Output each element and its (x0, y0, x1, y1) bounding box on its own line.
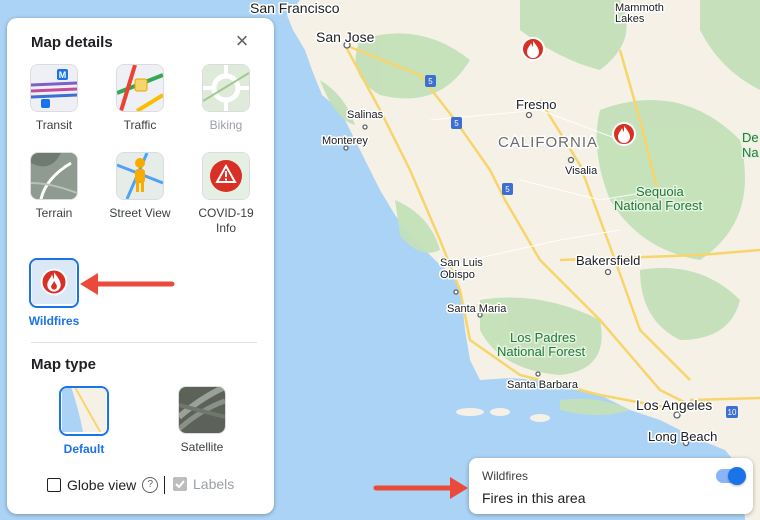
pegman-icon (116, 152, 164, 200)
detail-option-covid[interactable]: COVID-19 Info (190, 152, 262, 236)
city-label: Santa Barbara (507, 379, 579, 391)
checked-icon (173, 477, 187, 491)
city-label: Na (742, 145, 759, 160)
detail-option-street-view[interactable]: Street View (104, 152, 176, 221)
toggle-knob (728, 467, 746, 485)
annotation-arrow (80, 273, 175, 295)
detail-option-label: Street View (109, 206, 171, 220)
city-label: San Francisco (250, 0, 340, 16)
map-type-satellite[interactable]: Satellite (166, 386, 238, 455)
city-label: Visalia (565, 165, 598, 177)
satellite-icon (178, 386, 226, 434)
city-label: San Jose (316, 29, 375, 45)
map-type-label: Satellite (180, 440, 224, 454)
highway-shield: 5 (502, 183, 513, 195)
fire-marker[interactable] (521, 37, 545, 61)
park-label: Los Padres (510, 330, 576, 345)
warning-icon (202, 152, 250, 200)
park-label: National Forest (614, 198, 703, 213)
wildfire-card-label: Wildfires (482, 469, 529, 483)
labels-checkbox[interactable]: Labels (173, 476, 234, 492)
park-label: National Forest (497, 344, 586, 359)
close-icon[interactable]: × (231, 30, 253, 52)
fire-marker[interactable] (612, 122, 636, 146)
panel-title: Map details (31, 34, 113, 51)
highway-shield: 10 (726, 406, 738, 418)
park-label: Sequoia (636, 184, 684, 199)
detail-option-label: COVID-19 Info (198, 206, 254, 235)
city-label: Lakes (615, 13, 645, 25)
svg-text:5: 5 (505, 185, 510, 194)
help-icon[interactable]: ? (142, 477, 159, 493)
detail-option-traffic[interactable]: Traffic (104, 64, 176, 133)
detail-option-transit[interactable]: M Transit (18, 64, 90, 133)
highway-shield: 5 (451, 117, 462, 129)
city-label: De (742, 130, 759, 145)
city-label: San Luis (440, 257, 483, 269)
globe-view-label: Globe view (67, 477, 137, 493)
svg-text:5: 5 (454, 119, 459, 128)
city-label: Bakersfield (576, 253, 640, 268)
default-map-icon (59, 386, 109, 436)
annotation-arrow (373, 477, 468, 499)
globe-view-checkbox[interactable]: Globe view ? (47, 476, 166, 494)
state-label: CALIFORNIA (498, 134, 598, 151)
svg-text:5: 5 (428, 77, 433, 86)
city-label: Salinas (347, 109, 384, 121)
svg-text:M: M (59, 70, 67, 80)
city-label: Long Beach (648, 429, 717, 444)
traffic-icon (116, 64, 164, 112)
detail-option-label: Biking (209, 118, 243, 132)
wildfire-info-card: Wildfires Fires in this area (469, 458, 753, 514)
text-cursor (164, 476, 166, 494)
city-label: Fresno (516, 97, 556, 112)
wildfire-toggle[interactable] (716, 467, 746, 485)
map-type-label: Default (63, 442, 105, 456)
divider (31, 342, 257, 343)
wildfire-card-description: Fires in this area (482, 490, 586, 506)
svg-text:10: 10 (728, 408, 737, 417)
city-label: Los Angeles (636, 397, 712, 413)
wildfire-icon (29, 258, 79, 308)
detail-option-terrain[interactable]: Terrain (18, 152, 90, 221)
map-details-panel: Map details × M Transit Traffic Biking T… (7, 18, 274, 514)
highway-shield: 5 (425, 75, 436, 87)
detail-option-label: Traffic (123, 118, 157, 132)
city-label: Santa Maria (447, 303, 507, 315)
terrain-icon (30, 152, 78, 200)
biking-icon (202, 64, 250, 112)
transit-icon: M (30, 64, 78, 112)
detail-option-label: Wildfires (28, 314, 80, 328)
map-type-default[interactable]: Default (48, 386, 120, 457)
labels-label: Labels (193, 476, 235, 492)
city-label: Monterey (322, 135, 368, 147)
detail-option-label: Transit (35, 118, 73, 132)
map-type-title: Map type (31, 356, 97, 373)
detail-option-biking[interactable]: Biking (190, 64, 262, 133)
city-label: Obispo (440, 269, 475, 281)
detail-option-label: Terrain (35, 206, 73, 220)
checkbox-icon (47, 478, 61, 492)
